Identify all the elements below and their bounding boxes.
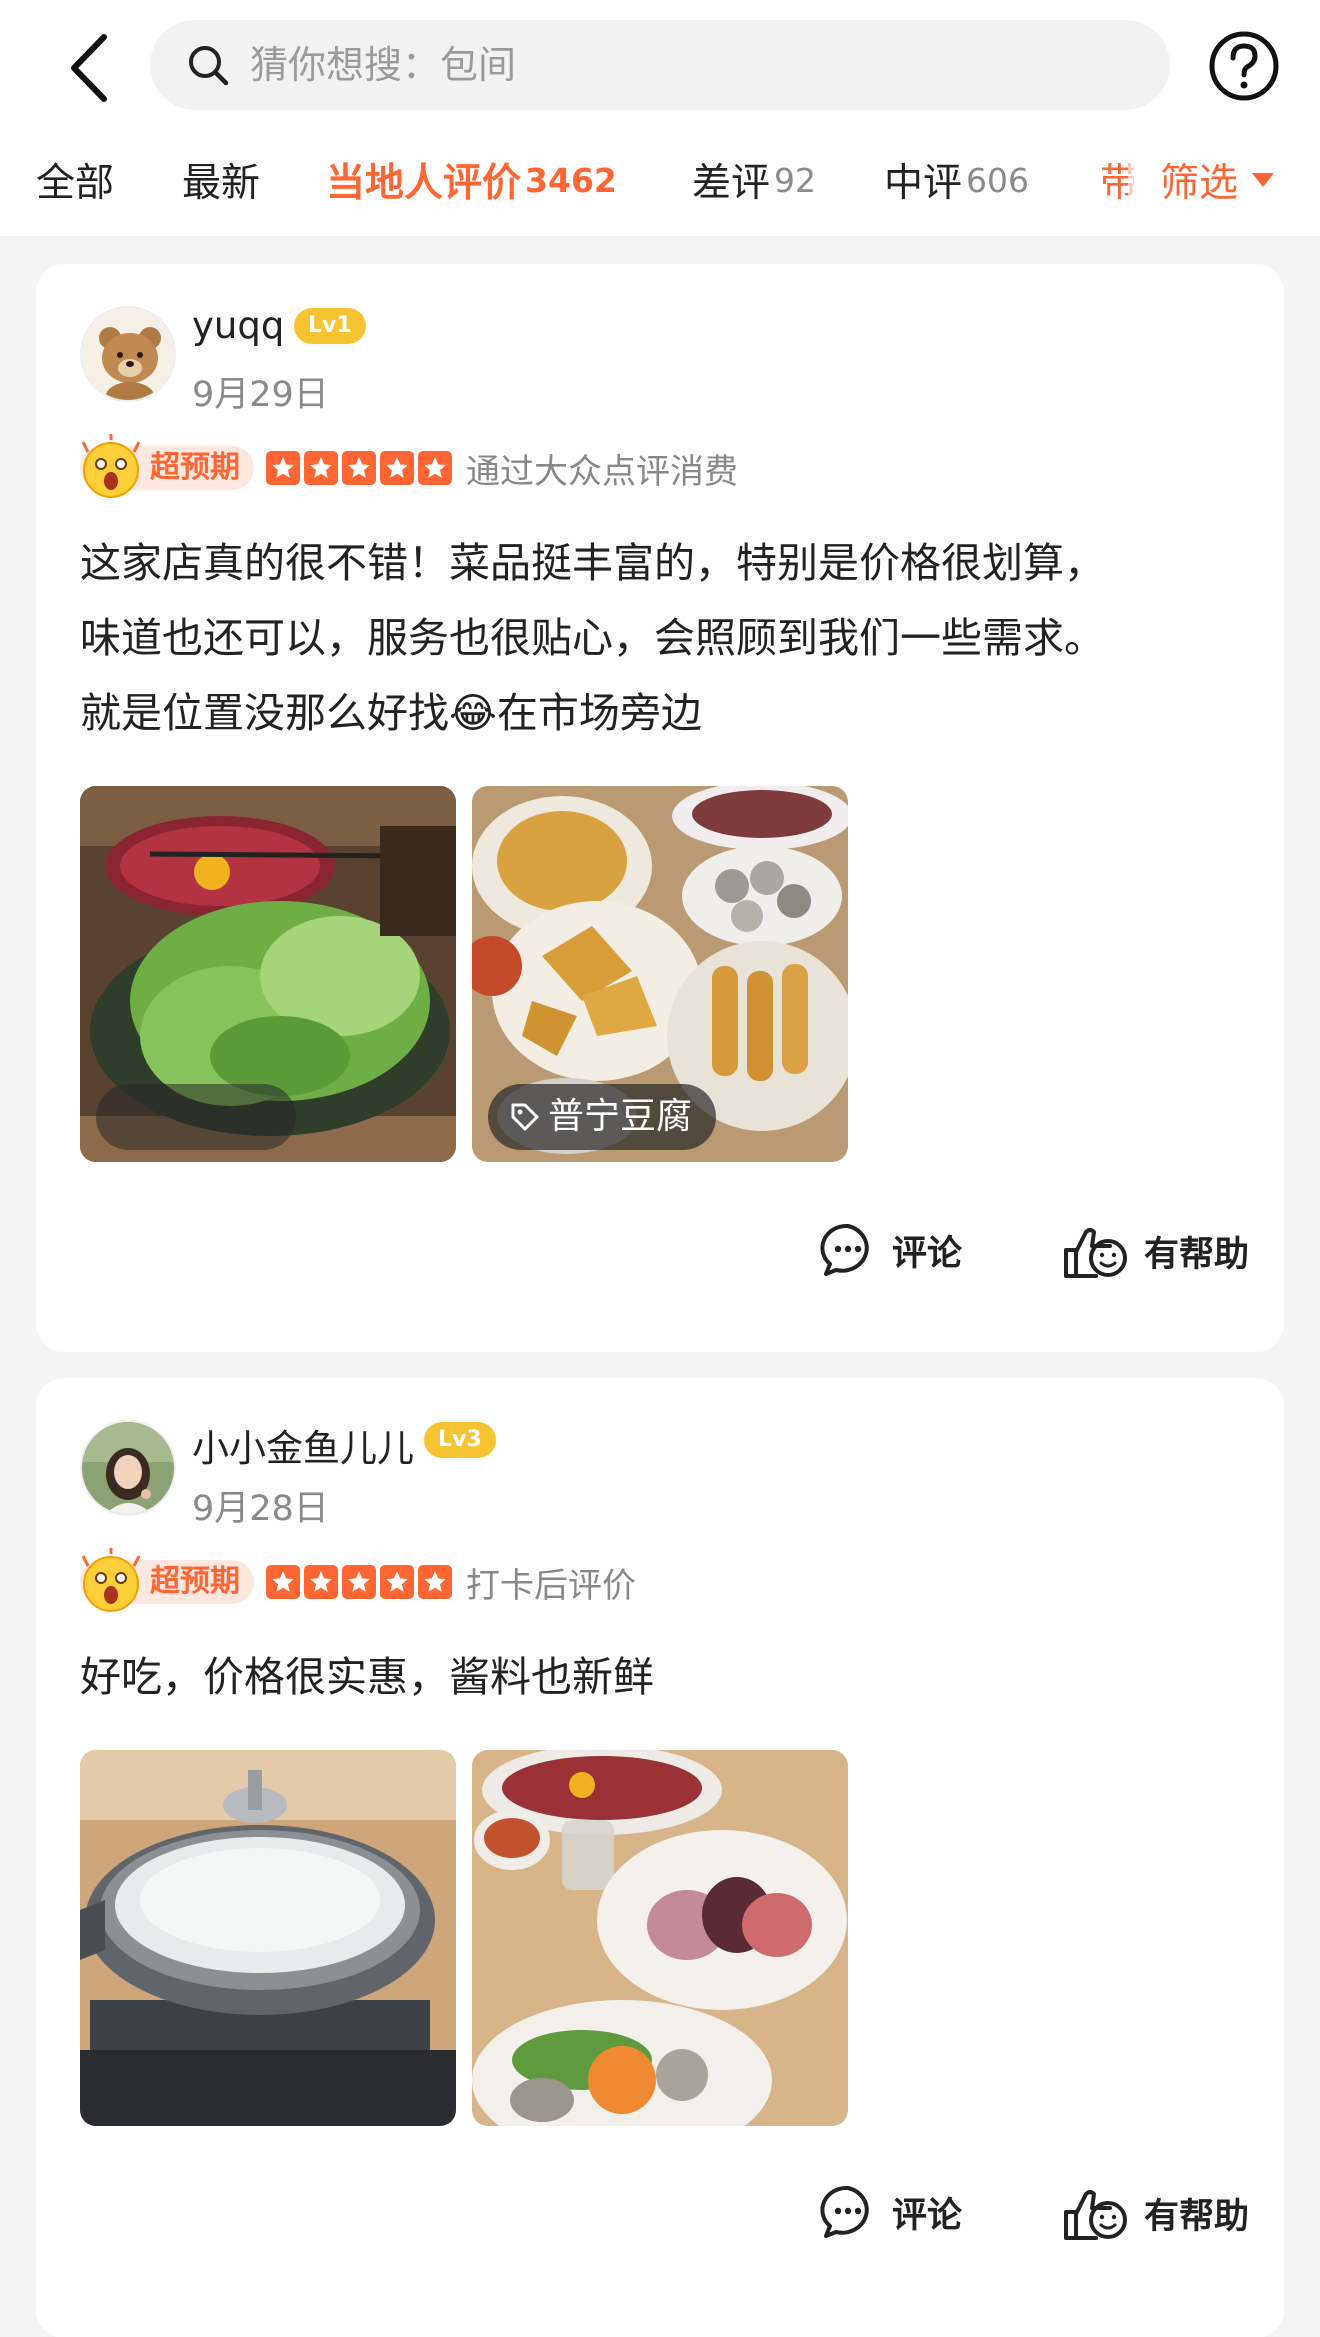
- photo-overlay: [96, 1084, 296, 1150]
- filter-label: 筛选: [1160, 161, 1239, 206]
- review-text[interactable]: 好吃，价格很实惠，酱料也新鲜: [80, 1640, 1240, 1715]
- review-source: 通过大众点评消费: [466, 451, 738, 492]
- avatar[interactable]: [80, 1420, 176, 1516]
- review-source: 打卡后评价: [466, 1565, 636, 1606]
- exceed-expectation-badge: 超预期: [80, 1548, 254, 1612]
- review-photo[interactable]: [80, 786, 456, 1162]
- top-header: 全部 最新 当地人评价 3462 差评 92 中评 606 带 筛选: [0, 0, 1320, 236]
- review-photo[interactable]: 普宁豆腐: [472, 786, 848, 1162]
- star-icon: [342, 451, 376, 485]
- level-badge: Lv3: [424, 1422, 496, 1458]
- caret-down-icon: [1252, 173, 1275, 187]
- comment-button[interactable]: 评论: [820, 1222, 962, 1278]
- tab-label: 全部: [36, 161, 115, 206]
- exceed-expectation-badge: 超预期: [80, 434, 254, 498]
- star-icon: [304, 1565, 338, 1599]
- tag-icon: [511, 1103, 539, 1131]
- chevron-left-icon: [71, 34, 107, 102]
- review-text-line: 就是位置没那么好找😂在市场旁边: [80, 689, 702, 737]
- comment-button[interactable]: 评论: [820, 2184, 962, 2240]
- review-date: 9月29日: [192, 375, 329, 415]
- star-rating: [266, 1565, 452, 1599]
- star-icon: [418, 451, 452, 485]
- level-badge: Lv1: [294, 308, 366, 344]
- username[interactable]: yuqq: [192, 304, 284, 347]
- review-text-line: 味道也还可以，服务也很贴心，会照顾到我们一些需求。: [80, 614, 1105, 662]
- rating-row: 超预期 通过大众点评消费: [80, 434, 738, 500]
- review-filter-tabs: 全部 最新 当地人评价 3462 差评 92 中评 606 带 筛选: [0, 140, 1320, 220]
- tab-count: 3462: [525, 160, 617, 200]
- search-bar[interactable]: [150, 20, 1170, 110]
- review-photo[interactable]: [472, 1750, 848, 2126]
- comment-label: 评论: [892, 1233, 963, 1274]
- dish-tag[interactable]: 普宁豆腐: [488, 1084, 717, 1150]
- star-icon: [380, 451, 414, 485]
- tab-neutral[interactable]: 中评 606: [884, 140, 1029, 220]
- exceed-label: 超预期: [150, 1564, 240, 1599]
- star-icon: [418, 1565, 452, 1599]
- review-text[interactable]: 这家店真的很不错！菜品挺丰富的，特别是价格很划算， 味道也还可以，服务也很贴心，…: [80, 526, 1240, 751]
- comment-bubble-icon: [820, 2185, 869, 2238]
- rating-row: 超预期 打卡后评价: [80, 1548, 636, 1614]
- shocked-face-icon: [81, 1548, 141, 1612]
- food-photo-meat: [472, 1750, 848, 2126]
- dish-tag-label: 普宁豆腐: [548, 1096, 693, 1137]
- exceed-label: 超预期: [150, 450, 240, 485]
- tab-count: 92: [774, 160, 817, 200]
- star-icon: [266, 451, 300, 485]
- thumbs-up-smile-icon: [1064, 1228, 1127, 1278]
- comment-bubble-icon: [820, 1223, 869, 1276]
- review-photo[interactable]: [80, 1750, 456, 2126]
- avatar[interactable]: [80, 306, 176, 402]
- search-input[interactable]: [250, 43, 1030, 87]
- tab-latest[interactable]: 最新: [182, 140, 260, 220]
- review-text-line: 好吃，价格很实惠，酱料也新鲜: [80, 1653, 654, 1701]
- tab-label: 差评: [692, 161, 771, 206]
- helpful-label: 有帮助: [1144, 2196, 1250, 2237]
- review-text-line: 这家店真的很不错！菜品挺丰富的，特别是价格很划算，: [80, 539, 1105, 587]
- thumbs-up-smile-icon: [1064, 2190, 1127, 2240]
- tab-count: 606: [966, 160, 1030, 200]
- review-card: 小小金鱼儿儿 Lv3 9月28日 超预期 打卡后评价 好吃，价格很实惠，酱料也新…: [36, 1378, 1284, 2337]
- tab-label: 当地人评价: [326, 161, 522, 206]
- search-icon: [189, 46, 229, 86]
- help-button[interactable]: [1206, 28, 1282, 104]
- person-avatar-icon: [82, 1422, 174, 1514]
- star-icon: [342, 1565, 376, 1599]
- tab-negative[interactable]: 差评 92: [692, 140, 816, 220]
- question-circle-icon: [1209, 31, 1279, 101]
- star-rating: [266, 451, 452, 485]
- star-icon: [266, 1565, 300, 1599]
- helpful-button[interactable]: 有帮助: [1062, 2184, 1249, 2242]
- review-card: yuqq Lv1 9月29日 超预期 通过大众点评消费 这家店真的很不错！菜品挺…: [36, 264, 1284, 1352]
- filter-button[interactable]: 筛选: [1128, 140, 1320, 220]
- tab-label: 最新: [182, 161, 261, 206]
- star-icon: [304, 451, 338, 485]
- username[interactable]: 小小金鱼儿儿: [192, 1418, 414, 1472]
- food-photo-hotpot: [80, 1750, 456, 2126]
- tab-local-reviews[interactable]: 当地人评价 3462: [326, 140, 617, 220]
- tab-all[interactable]: 全部: [36, 140, 114, 220]
- tab-label: 中评: [884, 161, 963, 206]
- review-date: 9月28日: [192, 1489, 329, 1529]
- back-button[interactable]: [48, 28, 128, 108]
- shocked-face-icon: [81, 434, 141, 498]
- helpful-button[interactable]: 有帮助: [1062, 1222, 1249, 1280]
- star-icon: [380, 1565, 414, 1599]
- bear-avatar-icon: [82, 308, 174, 400]
- comment-label: 评论: [892, 2195, 963, 2236]
- helpful-label: 有帮助: [1144, 1234, 1250, 1275]
